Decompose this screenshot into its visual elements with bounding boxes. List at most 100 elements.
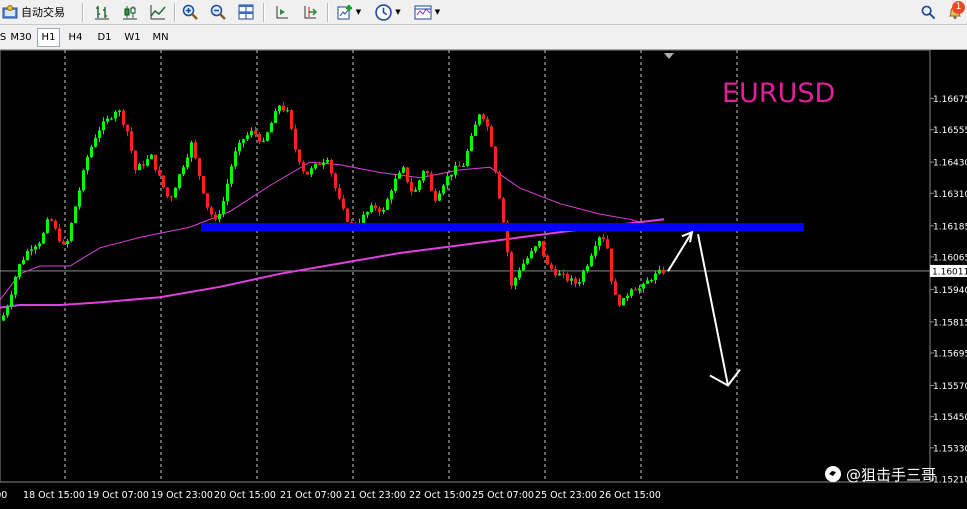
candle (534, 245, 537, 254)
bar-chart-button[interactable] (92, 2, 112, 22)
candle (126, 124, 129, 136)
timeframe-d1[interactable]: D1 (93, 28, 116, 47)
candle (274, 108, 277, 124)
x-tick-label: 25 Oct 23:00 (535, 490, 597, 501)
candle (78, 187, 81, 210)
zoom-in-icon (182, 4, 198, 20)
y-tick-label: 1.15695 (933, 350, 967, 360)
candle (214, 211, 217, 222)
line-chart-button[interactable] (148, 2, 168, 22)
notifications-button[interactable]: 1 (944, 1, 966, 22)
candle (454, 161, 457, 179)
candle (298, 148, 301, 165)
x-tick-label: 19 Oct 23:00 (151, 490, 213, 501)
timeframe-h1[interactable]: H1 (37, 28, 60, 47)
candle (226, 179, 229, 206)
candle (646, 277, 649, 284)
drawings (201, 223, 804, 387)
candle (278, 104, 281, 115)
candle (294, 124, 297, 153)
candle (250, 127, 253, 138)
price-chart[interactable]: 3:00 18 Oct 15:0019 Oct 07:0019 Oct 23:00… (0, 50, 967, 509)
candle (654, 270, 657, 284)
chart-shift-button[interactable] (272, 2, 292, 22)
timeframe-mn[interactable]: MN (148, 28, 173, 47)
candle (470, 133, 473, 152)
templates-button[interactable]: ▼ (411, 2, 443, 22)
candle (658, 265, 661, 275)
autotrade-button[interactable]: 自动交易 (2, 2, 76, 22)
timeframe-m30[interactable]: M30 (9, 28, 33, 47)
x-tick-label: 25 Oct 07:00 (472, 490, 534, 501)
up-arrow-drawing[interactable] (667, 231, 693, 272)
x-tick-label: 22 Oct 15:00 (409, 490, 471, 501)
candle (522, 259, 525, 271)
tile-windows-button[interactable] (236, 2, 256, 22)
zoom-out-button[interactable] (208, 2, 228, 22)
candle (206, 193, 209, 211)
autoscroll-button[interactable] (300, 2, 320, 22)
y-tick-label: 1.15815 (933, 318, 967, 328)
candle (98, 126, 101, 142)
candle (106, 115, 109, 125)
candle (230, 163, 233, 187)
candle (154, 154, 157, 173)
candle (518, 267, 521, 280)
periods-button[interactable]: ▼ (372, 2, 404, 22)
down-arrow-drawing[interactable] (697, 234, 729, 386)
template-icon (414, 5, 432, 19)
candle (434, 188, 437, 203)
candle (310, 166, 313, 178)
candlestick-chart-button[interactable] (120, 2, 140, 22)
line-chart-icon (150, 5, 166, 20)
candle (606, 235, 609, 249)
candle (362, 211, 365, 225)
search-button[interactable] (918, 2, 938, 22)
candles (2, 102, 665, 322)
candle (514, 276, 517, 290)
candle (190, 140, 193, 162)
candle (22, 256, 25, 265)
candle (366, 211, 369, 219)
candle (74, 206, 77, 224)
candle (150, 153, 153, 160)
candle (242, 138, 245, 148)
timeframe-w1[interactable]: W1 (121, 28, 144, 47)
candle (238, 139, 241, 156)
candle (170, 195, 173, 202)
candle (550, 262, 553, 272)
candle (38, 241, 41, 249)
candle (46, 217, 49, 235)
resistance-level-line[interactable] (201, 223, 804, 232)
candle (14, 275, 17, 299)
candle (334, 172, 337, 192)
candle (474, 121, 477, 136)
candle (618, 293, 621, 307)
timeframe-h4[interactable]: H4 (64, 28, 87, 47)
candle (594, 241, 597, 259)
candle (330, 158, 333, 177)
x-tick-label: 19 Oct 07:00 (87, 490, 149, 501)
candle (450, 174, 453, 181)
candle (130, 127, 133, 154)
moving-average-slow (0, 218, 665, 309)
candle (30, 245, 33, 256)
candle (82, 168, 85, 193)
candle (502, 196, 505, 227)
candle (590, 253, 593, 268)
candle (626, 293, 629, 301)
zoom-in-button[interactable] (180, 2, 200, 22)
candle (566, 272, 569, 283)
candle (314, 163, 317, 171)
search-icon (921, 5, 935, 19)
main-toolbar: 自动交易 ▼ ▼ ▼ 1 (0, 0, 967, 25)
candle (650, 278, 653, 283)
candle (398, 170, 401, 180)
indicators-button[interactable]: ▼ (334, 2, 364, 22)
candle (10, 290, 13, 310)
timeframe-s[interactable]: S (0, 28, 6, 47)
timeframe-toolbar: S M30 H1 H4 D1 W1 MN (0, 25, 967, 50)
y-tick-label: 1.15570 (933, 382, 967, 392)
candle (378, 206, 381, 216)
candle (326, 157, 329, 164)
